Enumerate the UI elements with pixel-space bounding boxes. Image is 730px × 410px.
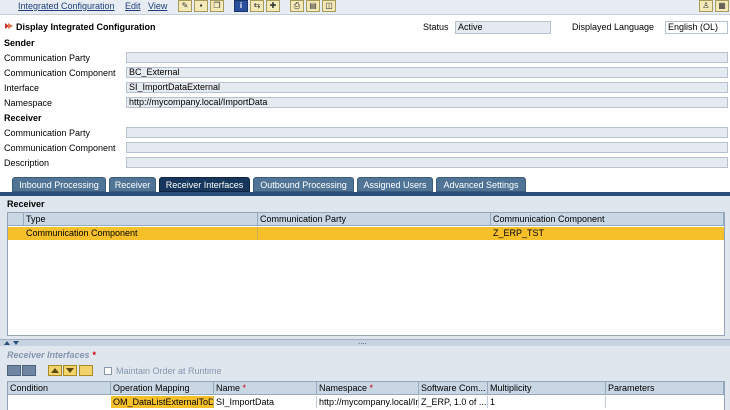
window-icon[interactable]: ◫ xyxy=(322,0,336,12)
column-header-software-component[interactable]: Software Com... xyxy=(419,382,488,395)
sender-namespace-label: Namespace xyxy=(4,98,53,108)
user-icon[interactable]: ♙ xyxy=(699,0,713,12)
save-icon[interactable]: ▪ xyxy=(194,0,208,12)
column-header-communication-party[interactable]: Communication Party xyxy=(258,213,491,226)
table-row[interactable]: OM_DataListExternalToDataL SI_ImportData… xyxy=(8,396,724,409)
column-header-multiplicity[interactable]: Multiplicity xyxy=(488,382,606,395)
delete-line-icon[interactable] xyxy=(22,365,36,376)
open-folder-icon[interactable] xyxy=(79,365,93,376)
collapse-arrows-icon xyxy=(4,341,19,345)
row-communication-component[interactable]: Z_ERP_TST xyxy=(491,227,724,239)
receiver-interfaces-title: Receiver Interfaces * xyxy=(7,350,96,360)
tab-inbound-processing[interactable]: Inbound Processing xyxy=(12,177,106,192)
menu-bar: Integrated Configuration Edit View ✎ ▪ ❐… xyxy=(0,0,730,15)
receiver-party-field[interactable] xyxy=(126,127,728,138)
where-used-icon[interactable]: ⇆ xyxy=(250,0,264,12)
row-multiplicity[interactable]: 1 xyxy=(488,396,606,408)
tab-strip: Inbound Processing Receiver Receiver Int… xyxy=(0,175,730,196)
display-icon[interactable]: ▤ xyxy=(306,0,320,12)
column-header-name[interactable]: Name * xyxy=(214,382,317,395)
print-icon[interactable]: ⎙ xyxy=(290,0,304,12)
splitter-grip-icon: .... xyxy=(358,337,367,346)
receiver-table: Type Communication Party Communication C… xyxy=(7,212,725,336)
edit-pencil-icon[interactable]: ✎ xyxy=(178,0,192,12)
help-icon[interactable]: ▦ xyxy=(715,0,729,12)
description-field[interactable] xyxy=(126,157,728,168)
page-title: Display Integrated Configuration xyxy=(16,22,156,32)
receiver-interfaces-table: Condition Operation Mapping Name * Names… xyxy=(7,381,725,410)
sender-component-label: Communication Component xyxy=(4,68,116,78)
row-namespace[interactable]: http://mycompany.local/ImportData xyxy=(317,396,419,408)
row-name[interactable]: SI_ImportData xyxy=(214,396,317,408)
description-label: Description xyxy=(4,158,50,168)
row-software-component[interactable]: Z_ERP, 1.0 of ... xyxy=(419,396,488,408)
menu-integrated-configuration[interactable]: Integrated Configuration xyxy=(18,1,115,11)
info-icon[interactable]: i xyxy=(234,0,248,12)
status-field: Active xyxy=(455,21,551,34)
tab-receiver-interfaces[interactable]: Receiver Interfaces xyxy=(159,177,250,192)
sender-section-title: Sender xyxy=(4,38,35,48)
maintain-order-checkbox[interactable] xyxy=(104,367,112,375)
column-header-communication-component[interactable]: Communication Component xyxy=(491,213,724,226)
language-value: English (OL) xyxy=(668,22,719,32)
column-header-type[interactable]: Type xyxy=(24,213,258,226)
displayed-language-label: Displayed Language xyxy=(572,22,655,32)
sender-party-label: Communication Party xyxy=(4,53,91,63)
menu-edit[interactable]: Edit xyxy=(125,1,141,11)
move-down-icon[interactable] xyxy=(63,365,77,376)
row-operation-mapping[interactable]: OM_DataListExternalToDataL xyxy=(111,396,214,408)
tab-assigned-users[interactable]: Assigned Users xyxy=(357,177,433,192)
status-label: Status xyxy=(423,22,449,32)
menu-view[interactable]: View xyxy=(148,1,167,11)
receiver-component-label: Communication Component xyxy=(4,143,116,153)
row-selector-header[interactable] xyxy=(8,213,24,226)
row-type[interactable]: Communication Component xyxy=(24,227,258,239)
move-up-icon[interactable] xyxy=(48,365,62,376)
sender-component-field[interactable]: BC_External xyxy=(126,67,728,78)
column-header-namespace[interactable]: Namespace * xyxy=(317,382,419,395)
pane-splitter[interactable]: .... xyxy=(0,337,730,346)
receiver-component-field[interactable] xyxy=(126,142,728,153)
maintain-order-label: Maintain Order at Runtime xyxy=(116,366,222,376)
receiver-table-title: Receiver xyxy=(7,199,45,209)
column-header-parameters[interactable]: Parameters xyxy=(606,382,724,395)
sender-party-field[interactable] xyxy=(126,52,728,63)
hierarchy-icon[interactable]: ✚ xyxy=(266,0,280,12)
column-header-condition[interactable]: Condition xyxy=(8,382,111,395)
tab-advanced-settings[interactable]: Advanced Settings xyxy=(436,177,526,192)
tab-outbound-processing[interactable]: Outbound Processing xyxy=(253,177,354,192)
sender-interface-label: Interface xyxy=(4,83,40,93)
insert-line-icon[interactable] xyxy=(7,365,21,376)
sender-interface-field[interactable]: SI_ImportDataExternal xyxy=(126,82,728,93)
receiver-section-title: Receiver xyxy=(4,113,42,123)
integrated-configuration-icon xyxy=(4,21,14,31)
receiver-party-label: Communication Party xyxy=(4,128,91,138)
copy-icon[interactable]: ❐ xyxy=(210,0,224,12)
sender-namespace-field[interactable]: http://mycompany.local/ImportData xyxy=(126,97,728,108)
column-header-operation-mapping[interactable]: Operation Mapping xyxy=(111,382,214,395)
tab-receiver[interactable]: Receiver xyxy=(109,177,156,192)
table-row[interactable]: Communication Component Z_ERP_TST xyxy=(8,227,724,240)
language-select[interactable]: English (OL) xyxy=(665,21,728,34)
